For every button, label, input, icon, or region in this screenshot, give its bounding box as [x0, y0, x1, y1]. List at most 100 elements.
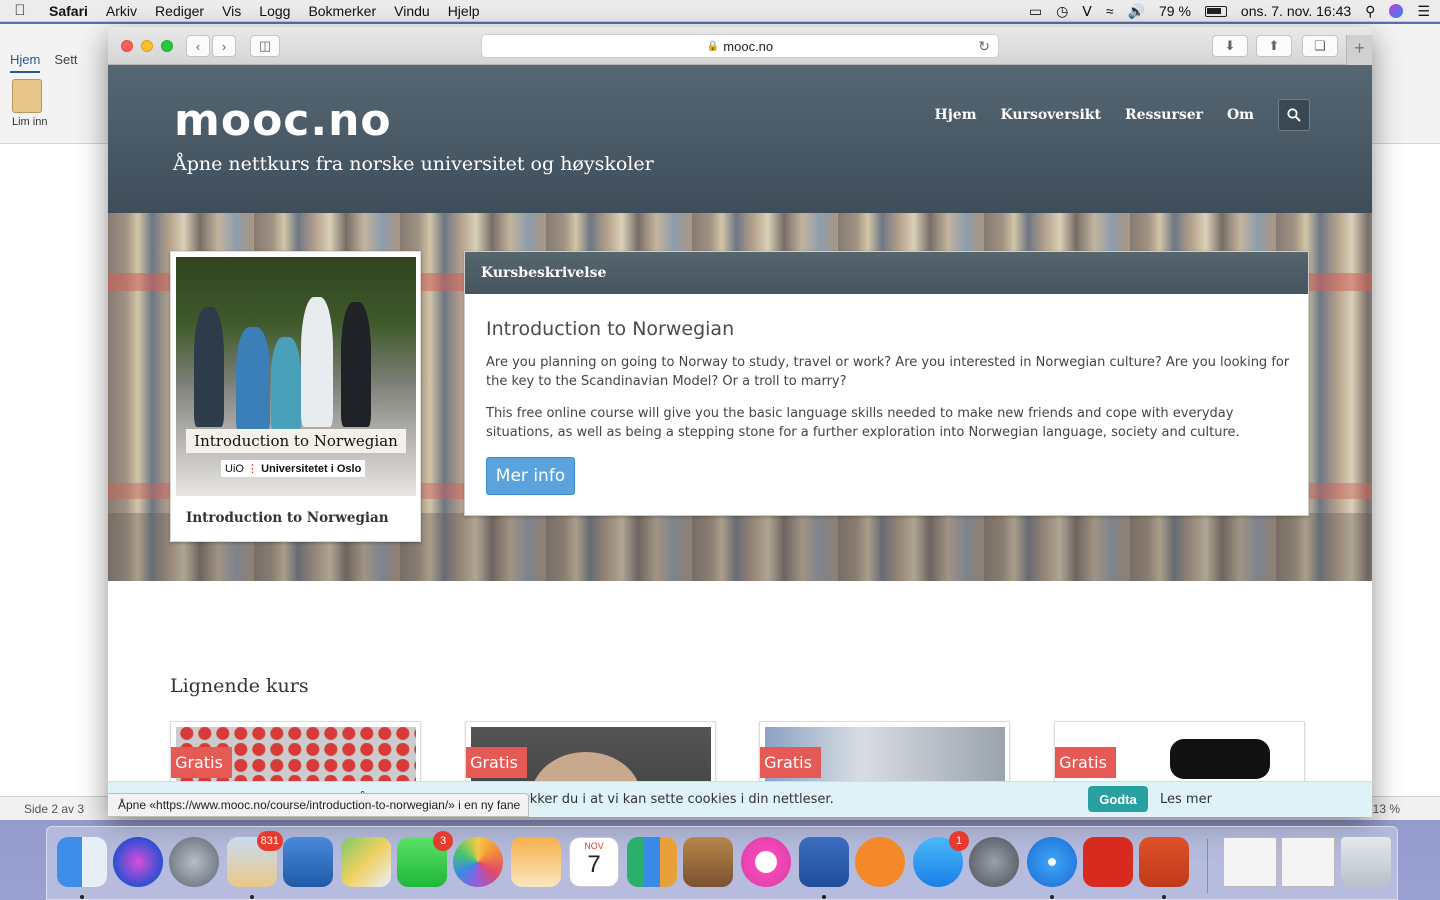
mail-icon[interactable]: 831: [227, 831, 283, 887]
nav-hjem[interactable]: Hjem: [935, 107, 977, 123]
paste-icon[interactable]: [12, 79, 42, 113]
menu-logg[interactable]: Logg: [250, 3, 299, 19]
battery-percent[interactable]: 79 %: [1159, 3, 1191, 19]
facetime-badge: 3: [433, 831, 453, 851]
free-badge: Gratis: [171, 747, 232, 778]
tabs-icon: ❏: [1314, 38, 1326, 53]
menu-hjelp[interactable]: Hjelp: [439, 3, 489, 19]
main-nav: Hjem Kursoversikt Ressurser Om: [935, 99, 1310, 131]
url-text: mooc.no: [723, 38, 774, 54]
sidebar-button[interactable]: ◫: [250, 35, 280, 57]
menu-arkiv[interactable]: Arkiv: [97, 3, 146, 19]
battery-icon[interactable]: [1204, 5, 1227, 17]
camera-icon: [1170, 739, 1270, 779]
share-button[interactable]: ⬆: [1256, 35, 1292, 57]
minimized-window-thumbnail[interactable]: [1223, 837, 1277, 887]
apple-menu-icon[interactable]: : [0, 2, 40, 19]
running-indicator: [80, 895, 84, 899]
description-paragraph-1: Are you planning on going to Norway to s…: [486, 355, 1290, 389]
launchpad-icon[interactable]: [169, 837, 219, 887]
dock-separator: [1207, 839, 1208, 893]
menu-vindu[interactable]: Vindu: [385, 3, 439, 19]
menu-rediger[interactable]: Rediger: [146, 3, 213, 19]
free-badge: Gratis: [760, 747, 821, 778]
system-preferences-icon[interactable]: [969, 837, 1019, 887]
close-window-button[interactable]: [121, 40, 133, 52]
airplay-icon[interactable]: ▭: [1029, 3, 1042, 20]
person-shape: [271, 337, 301, 432]
accept-cookies-button[interactable]: Godta: [1088, 786, 1148, 812]
person-shape: [236, 327, 270, 432]
chevron-right-icon: ›: [221, 38, 227, 54]
menu-vis[interactable]: Vis: [213, 3, 250, 19]
acrobat-icon[interactable]: [1083, 837, 1133, 887]
reload-icon[interactable]: ↻: [978, 38, 990, 55]
forward-button[interactable]: ›: [212, 35, 236, 57]
address-bar[interactable]: 🔒 mooc.no ↻: [481, 34, 999, 58]
course-image: Introduction to Norwegian UiO ⋮ Universi…: [176, 257, 416, 496]
keynote-icon[interactable]: [283, 837, 333, 887]
nav-om[interactable]: Om: [1227, 107, 1254, 123]
panel-heading: Kursbeskrivelse: [465, 252, 1308, 294]
itunes-icon[interactable]: [741, 837, 791, 887]
zoom-level[interactable]: 13 %: [1373, 802, 1400, 816]
share-icon: ⬆: [1268, 38, 1280, 53]
read-more-link[interactable]: Les mer: [1160, 792, 1212, 807]
search-button[interactable]: [1278, 99, 1310, 131]
search-icon: [1287, 108, 1301, 122]
nav-ressurser[interactable]: Ressurser: [1125, 107, 1203, 123]
contacts-icon[interactable]: [683, 837, 733, 887]
site-header: mooc.no Åpne nettkurs fra norske univers…: [108, 65, 1372, 213]
person-shape: [301, 297, 333, 427]
notification-center-icon[interactable]: ☰: [1417, 3, 1430, 20]
time-machine-icon[interactable]: ◷: [1056, 3, 1068, 20]
numbers-icon[interactable]: [627, 837, 677, 887]
course-card-title[interactable]: Introduction to Norwegian: [186, 510, 389, 526]
more-info-button[interactable]: Mer info: [486, 457, 575, 495]
ibooks-icon[interactable]: [855, 837, 905, 887]
word-tab-settings[interactable]: Sett: [54, 52, 77, 73]
free-badge: Gratis: [1055, 747, 1116, 778]
uio-dots-icon: ⋮: [247, 463, 259, 475]
minimized-window-thumbnail[interactable]: [1281, 837, 1335, 887]
safari-window: ‹ › ◫ 🔒 mooc.no ↻ ⬇ ⬆ ❏ + mooc.no Åpne n…: [108, 27, 1372, 817]
description-paragraph-2: This free online course will give you th…: [486, 406, 1240, 440]
safari-toolbar: ‹ › ◫ 🔒 mooc.no ↻ ⬇ ⬆ ❏ +: [108, 27, 1372, 65]
volume-icon[interactable]: 🔊: [1128, 3, 1145, 20]
trash-icon[interactable]: [1341, 837, 1391, 887]
wifi-icon[interactable]: ≈: [1106, 3, 1114, 19]
spotlight-icon[interactable]: ⚲: [1365, 3, 1375, 20]
facetime-icon[interactable]: 3: [397, 831, 453, 887]
menu-bokmerker[interactable]: Bokmerker: [299, 3, 385, 19]
fullscreen-window-button[interactable]: [161, 40, 173, 52]
siri-icon[interactable]: [1389, 4, 1404, 18]
course-card[interactable]: Introduction to Norwegian UiO ⋮ Universi…: [170, 251, 421, 542]
photos-icon[interactable]: [453, 837, 503, 887]
bluetooth-icon[interactable]: ᐯ: [1082, 3, 1092, 20]
powerpoint-icon[interactable]: [1139, 837, 1189, 887]
running-indicator: [250, 895, 254, 899]
word-icon[interactable]: [799, 837, 849, 887]
running-indicator: [1050, 895, 1054, 899]
siri-icon[interactable]: [113, 837, 163, 887]
pages-icon[interactable]: [511, 837, 561, 887]
new-tab-button[interactable]: +: [1346, 35, 1372, 65]
maps-icon[interactable]: [341, 837, 391, 887]
download-icon: ⬇: [1224, 38, 1236, 53]
back-button[interactable]: ‹: [186, 35, 210, 57]
site-tagline: Åpne nettkurs fra norske universitet og …: [173, 153, 654, 175]
nav-kursoversikt[interactable]: Kursoversikt: [1001, 107, 1101, 123]
safari-icon[interactable]: [1027, 837, 1077, 887]
app-store-icon[interactable]: 1: [913, 831, 969, 887]
clock[interactable]: ons. 7. nov. 16:43: [1241, 3, 1351, 19]
minimize-window-button[interactable]: [141, 40, 153, 52]
tabs-overview-button[interactable]: ❏: [1302, 35, 1338, 57]
downloads-button[interactable]: ⬇: [1212, 35, 1248, 57]
word-tab-home[interactable]: Hjem: [10, 52, 41, 73]
calendar-icon[interactable]: NOV 7: [569, 837, 619, 887]
course-description-panel: Kursbeskrivelse Introduction to Norwegia…: [464, 251, 1309, 516]
menu-app-name[interactable]: Safari: [40, 3, 97, 19]
site-logo[interactable]: mooc.no: [174, 95, 392, 146]
similar-courses-heading: Lignende kurs: [170, 675, 309, 697]
finder-icon[interactable]: [57, 837, 107, 887]
